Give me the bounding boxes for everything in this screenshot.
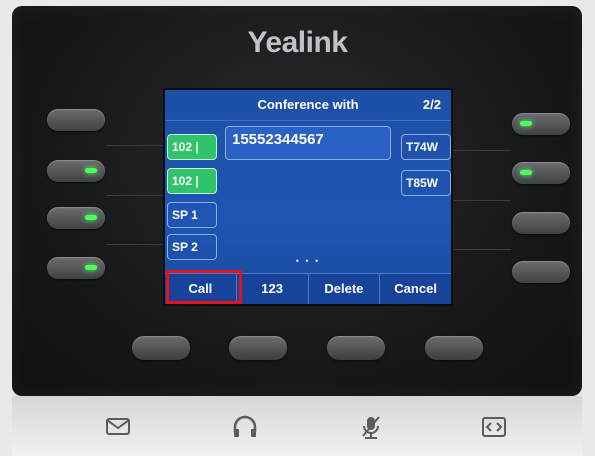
line-key-guide [106, 244, 162, 245]
line-key-right-2[interactable] [512, 162, 570, 184]
call-highlight-box [166, 270, 242, 304]
page-dots: • • • [295, 256, 321, 266]
headset-icon[interactable] [231, 414, 259, 440]
page-indicator: 2/2 [422, 97, 441, 112]
transfer-icon[interactable] [480, 414, 508, 440]
softkey-123[interactable]: 123 [237, 274, 309, 304]
line-key-led [85, 215, 97, 220]
line-label-1[interactable]: 102 | [167, 134, 217, 160]
mic-mute-icon[interactable] [357, 414, 385, 440]
line-label-right-2[interactable]: T85W [401, 170, 451, 196]
display-title-bar: Conference with 2/2 [165, 90, 451, 121]
line-key-left-2[interactable] [47, 160, 105, 182]
display-title: Conference with [257, 97, 359, 112]
line-label-2[interactable]: 102 | [167, 168, 217, 194]
line-key-led [520, 121, 532, 126]
hardware-softkey-4[interactable] [425, 336, 483, 360]
hardware-softkey-3[interactable] [327, 336, 385, 360]
line-key-led [520, 170, 532, 175]
softkey-cancel[interactable]: Cancel [380, 274, 451, 304]
line-label-right-1[interactable]: T74W [401, 134, 451, 160]
line-key-led [85, 265, 97, 270]
line-label-3[interactable]: SP 1 [167, 202, 217, 228]
hardware-softkey-2[interactable] [229, 336, 287, 360]
hardware-softkey-1[interactable] [132, 336, 190, 360]
line-key-right-1[interactable] [512, 113, 570, 135]
line-key-right-4[interactable] [512, 261, 570, 283]
line-key-right-3[interactable] [512, 212, 570, 234]
line-key-left-3[interactable] [47, 207, 105, 229]
line-key-guide [454, 249, 511, 250]
line-key-guide [454, 150, 511, 151]
line-key-guide [106, 145, 162, 146]
softkey-delete[interactable]: Delete [309, 274, 381, 304]
line-key-guide [454, 200, 511, 201]
brand-logo: Yealink [247, 26, 348, 59]
line-key-left-4[interactable] [47, 257, 105, 279]
dial-number-field[interactable]: 15552344567 [225, 126, 391, 160]
line-key-left-1[interactable] [47, 109, 105, 131]
envelope-icon[interactable] [104, 414, 132, 440]
line-key-led [85, 168, 97, 173]
line-key-guide [106, 195, 162, 196]
